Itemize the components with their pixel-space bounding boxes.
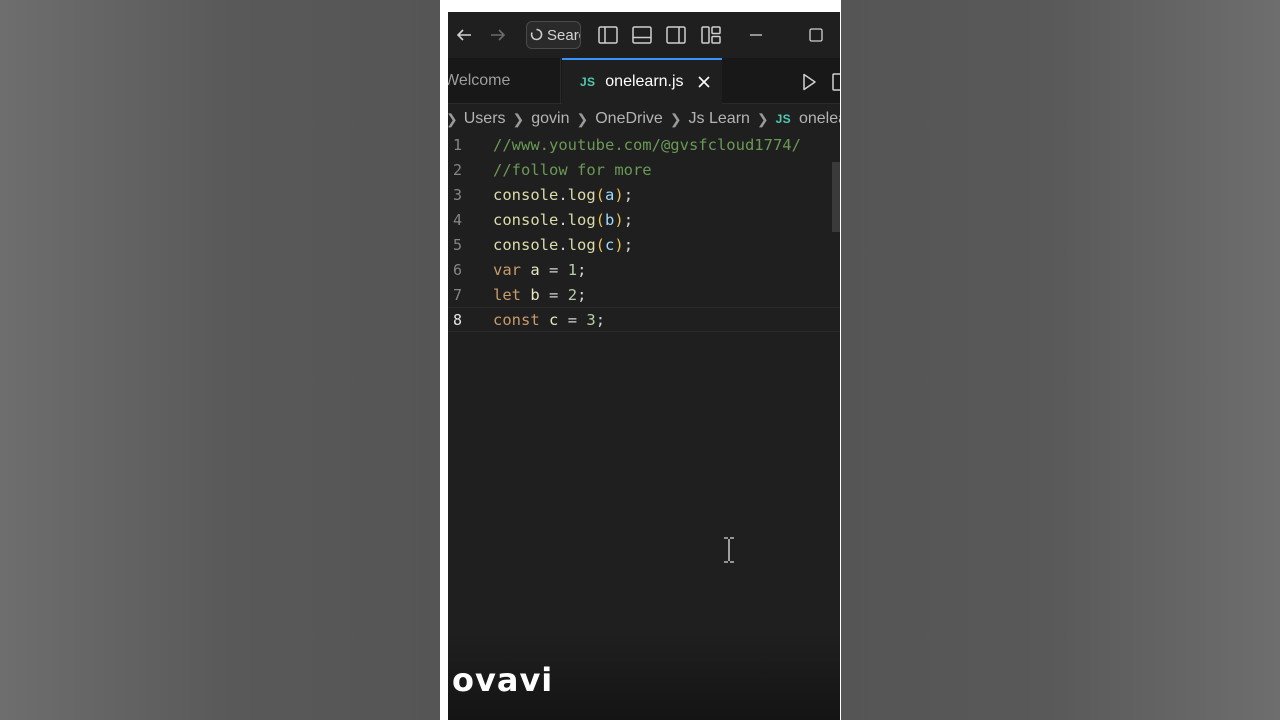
comment: //www.youtube.com/@gvsfcloud1774/ [493, 136, 801, 154]
code-line: 5 console.log(c); [448, 233, 840, 258]
title-bar: Searc [448, 12, 840, 58]
argument: b [605, 211, 615, 229]
breadcrumb: ❯ Users ❯ govin ❯ OneDrive ❯ Js Learn ❯ … [448, 105, 840, 133]
number-literal: 1 [567, 261, 578, 279]
code-line: 1 //www.youtube.com/@gvsfcloud1774/ [448, 133, 840, 158]
line-number: 5 [452, 236, 462, 254]
javascript-file-icon: JS [775, 112, 791, 126]
line-number: 7 [452, 286, 462, 304]
text-cursor-icon [721, 536, 737, 564]
command-center-search[interactable]: Searc [526, 21, 581, 49]
chevron-right-icon: ❯ [576, 110, 589, 127]
loading-spinner-icon [530, 26, 543, 45]
tab-label: Welcome [448, 72, 511, 89]
tab-welcome[interactable]: Welcome [448, 58, 561, 104]
keyword: let [493, 286, 521, 304]
code-line: 6 var a = 1; [448, 258, 840, 283]
variable-name: c [549, 311, 559, 329]
chevron-right-icon: ❯ [756, 110, 769, 127]
variable-name: b [530, 286, 540, 304]
toggle-panel-icon[interactable] [629, 21, 655, 49]
argument: c [605, 236, 615, 254]
chevron-right-icon: ❯ [669, 110, 682, 127]
variable-name: a [530, 261, 540, 279]
toggle-primary-sidebar-icon[interactable] [595, 21, 621, 49]
code-line-active: 8 const c = 3; [448, 307, 840, 332]
object-name: console [493, 236, 559, 254]
customize-layout-icon[interactable] [698, 21, 724, 49]
code-editor-window: Searc Welcome JS onelearn.js [448, 12, 840, 720]
keyword: const [493, 311, 540, 329]
breadcrumb-item-js-learn[interactable]: Js Learn [689, 110, 750, 128]
number-literal: 2 [567, 286, 578, 304]
minimize-icon[interactable] [743, 21, 769, 49]
number-literal: 3 [586, 311, 596, 329]
function-name: log [567, 186, 596, 204]
function-name: log [567, 236, 596, 254]
arrow-right-icon[interactable] [485, 21, 511, 49]
line-number: 2 [452, 161, 462, 179]
breadcrumb-item-file[interactable]: onelearn [799, 110, 840, 128]
line-number: 8 [452, 311, 462, 329]
run-icon[interactable] [798, 71, 820, 93]
maximize-icon[interactable] [803, 21, 829, 49]
argument: a [605, 186, 615, 204]
line-number: 6 [452, 261, 462, 279]
breadcrumb-item-users[interactable]: Users [464, 110, 506, 128]
javascript-file-icon: JS [580, 75, 596, 89]
code-line: 4 console.log(b); [448, 208, 840, 233]
code-line: 7 let b = 2; [448, 283, 840, 308]
line-number: 3 [452, 186, 462, 204]
line-number: 1 [452, 136, 462, 154]
search-label: Searc [547, 26, 580, 44]
tab-onelearn-js[interactable]: JS onelearn.js [562, 58, 722, 104]
keyword: var [493, 261, 521, 279]
breadcrumb-item-onedrive[interactable]: OneDrive [595, 110, 663, 128]
close-icon[interactable] [696, 74, 712, 90]
code-area[interactable]: 1 //www.youtube.com/@gvsfcloud1774/ 2 //… [448, 133, 840, 593]
line-number: 4 [452, 211, 462, 229]
object-name: console [493, 186, 559, 204]
code-line: 2 //follow for more [448, 158, 840, 183]
chevron-right-icon: ❯ [448, 111, 458, 128]
breadcrumb-item-govin[interactable]: govin [531, 110, 569, 128]
split-editor-icon[interactable] [832, 71, 840, 93]
editor-tab-bar: Welcome JS onelearn.js [448, 58, 840, 104]
function-name: log [567, 211, 596, 229]
chevron-right-icon: ❯ [512, 110, 525, 127]
comment: //follow for more [493, 161, 652, 179]
tab-label: onelearn.js [605, 73, 684, 90]
watermark-logo: ovavi [452, 661, 554, 699]
vertical-scrollbar[interactable] [832, 162, 840, 232]
arrow-left-icon[interactable] [451, 21, 477, 49]
code-line: 3 console.log(a); [448, 183, 840, 208]
toggle-secondary-sidebar-icon[interactable] [663, 21, 689, 49]
object-name: console [493, 211, 559, 229]
